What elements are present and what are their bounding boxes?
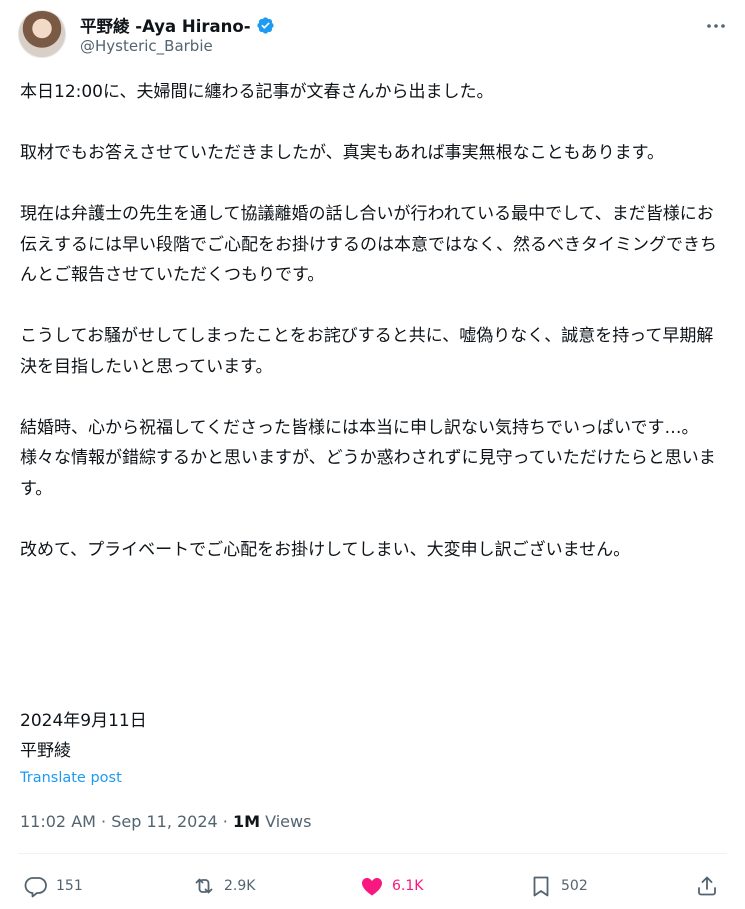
verified-badge-icon[interactable] bbox=[256, 16, 275, 35]
post-date-line: 2024年9月11日 bbox=[20, 711, 147, 731]
repost-count: 2.9K bbox=[224, 878, 256, 894]
reply-count: 151 bbox=[56, 878, 83, 894]
post-paragraph: こうしてお騒がせしてしまったことをお詫びすると共に、嘘偽りなく、誠意を持って早期… bbox=[20, 326, 714, 377]
translate-post-link[interactable]: Translate post bbox=[20, 770, 122, 786]
post-paragraph: 結婚時、心から祝福してくださった皆様には本当に申し訳ない気持ちでいっぱいです…。… bbox=[20, 417, 716, 499]
handle[interactable]: @Hysteric_Barbie bbox=[80, 37, 213, 55]
post-header: 平野綾 -Aya Hirano- @Hysteric_Barbie bbox=[18, 8, 728, 60]
meta-separator: · bbox=[95, 812, 112, 831]
like-button[interactable]: 6.1K bbox=[360, 866, 423, 906]
post-time[interactable]: 11:02 AM bbox=[20, 812, 96, 831]
reply-button[interactable]: 151 bbox=[24, 866, 83, 906]
post-meta: 11:02 AM · Sep 11, 2024 · 1M Views bbox=[20, 812, 311, 831]
views-label: Views bbox=[265, 812, 312, 831]
share-button[interactable] bbox=[695, 866, 719, 906]
post-date[interactable]: Sep 11, 2024 bbox=[111, 812, 218, 831]
views-count: 1M bbox=[232, 812, 261, 831]
post-signature: 平野綾 bbox=[20, 741, 71, 761]
post-body: 本日12:00に、夫婦間に纏わる記事が文春さんから出ました。 取材でもお答えさせ… bbox=[20, 77, 725, 596]
bookmark-count: 502 bbox=[561, 878, 588, 894]
post-paragraph: 本日12:00に、夫婦間に纏わる記事が文春さんから出ました。 bbox=[20, 82, 494, 102]
reply-icon bbox=[24, 877, 47, 898]
bookmark-button[interactable]: 502 bbox=[529, 866, 588, 906]
post-paragraph: 現在は弁護士の先生を通して協議離婚の話し合いが行われている最中でして、まだ皆様に… bbox=[20, 204, 717, 285]
like-icon bbox=[362, 878, 382, 896]
repost-button[interactable]: 2.9K bbox=[192, 866, 255, 906]
avatar[interactable] bbox=[18, 10, 66, 58]
name-row: 平野綾 -Aya Hirano- bbox=[80, 13, 275, 37]
meta-separator: · bbox=[217, 812, 233, 831]
post-paragraph: 改めて、プライベートでご心配をお掛けしてしまい、大変申し訳ございません。 bbox=[20, 539, 631, 560]
display-name[interactable]: 平野綾 -Aya Hirano- bbox=[80, 13, 251, 37]
divider bbox=[18, 853, 727, 854]
like-count: 6.1K bbox=[392, 878, 424, 894]
bookmark-icon bbox=[533, 876, 549, 897]
action-bar: 151 2.9K 6.1K 502 bbox=[0, 866, 745, 906]
post-paragraph: 取材でもお答えさせていただきましたが、真実もあれば事実無根なこともあります。 bbox=[20, 143, 664, 163]
post-footer-text: 2024年9月11日 平野綾 bbox=[20, 706, 147, 766]
more-icon[interactable] bbox=[704, 14, 728, 38]
repost-icon bbox=[195, 878, 213, 894]
share-icon bbox=[698, 876, 716, 896]
